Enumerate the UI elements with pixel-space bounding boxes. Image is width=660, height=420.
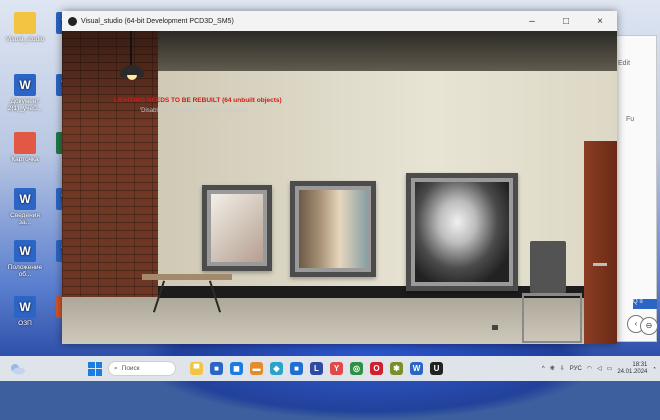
desktop-icon-card[interactable]: Карточка bbox=[4, 132, 46, 163]
desktop-icon-ozp[interactable]: W ОЗП bbox=[4, 296, 46, 327]
word-taskbar-icon[interactable]: W bbox=[410, 362, 423, 375]
desktop-icon-label: Visual_studio bbox=[5, 36, 45, 43]
word-doc-icon: W bbox=[14, 240, 36, 262]
minimize-button[interactable]: – bbox=[515, 16, 549, 27]
picture-frame-2[interactable] bbox=[290, 181, 376, 277]
game-viewport[interactable]: LIGHTING NEEDS TO BE REBUILT (64 unbuilt… bbox=[62, 31, 617, 344]
desktop-icon-info[interactable]: W Сведения за... bbox=[4, 188, 46, 226]
edit-label: Edit bbox=[618, 60, 631, 67]
desktop-icon-label: Положение об... bbox=[7, 264, 43, 278]
search-icon: ⌕ bbox=[114, 364, 118, 372]
desktop-icon-label: Документ 2(1)_учеб... bbox=[7, 98, 43, 112]
lamp-cord bbox=[130, 31, 132, 67]
weather-widget-icon[interactable] bbox=[8, 362, 26, 376]
close-button[interactable]: × bbox=[583, 16, 617, 27]
clock[interactable]: 18:31 24.01.2024 bbox=[617, 362, 647, 376]
search-placeholder: Поиск bbox=[121, 365, 140, 372]
maximize-button[interactable]: □ bbox=[549, 16, 583, 27]
window-title: Visual_studio (64-bit Development PCD3D_… bbox=[81, 17, 234, 25]
app-7-taskbar-icon[interactable]: Y bbox=[330, 362, 343, 375]
folder-icon bbox=[14, 12, 36, 34]
notification-icon[interactable]: ◔ bbox=[652, 366, 656, 372]
battery-icon[interactable]: ▭ bbox=[607, 365, 613, 372]
word-doc-icon: W bbox=[14, 296, 36, 318]
speaker-icon[interactable]: ◁ bbox=[597, 365, 602, 372]
app-8-taskbar-icon[interactable]: ✱ bbox=[390, 362, 403, 375]
wall-outlet bbox=[492, 325, 498, 330]
coffee-machine[interactable] bbox=[530, 241, 566, 293]
word-doc-icon: W bbox=[14, 74, 36, 96]
desktop-icon-visual-studio[interactable]: Visual_studio bbox=[4, 12, 46, 43]
round-button-2[interactable]: ⊖ bbox=[640, 317, 658, 335]
usb-icon[interactable]: ⇩ bbox=[560, 365, 565, 372]
desktop-icon-doc[interactable]: W Документ 2(1)_учеб... bbox=[4, 74, 46, 112]
door-handle[interactable] bbox=[593, 263, 607, 266]
unreal-app-icon bbox=[68, 16, 77, 26]
app-4-taskbar-icon[interactable]: ◆ bbox=[270, 362, 283, 375]
app-1-taskbar-icon[interactable]: ■ bbox=[210, 362, 223, 375]
taskbar-search[interactable]: ⌕ Поиск bbox=[108, 361, 176, 376]
desktop-icon-label: ОЗП bbox=[18, 320, 32, 327]
word-doc-icon: W bbox=[14, 188, 36, 210]
picture-frame-3[interactable] bbox=[406, 173, 518, 291]
desktop-icon-label: Карточка bbox=[11, 156, 39, 163]
lighting-warning: LIGHTING NEEDS TO BE REBUILT (64 unbuilt… bbox=[114, 97, 282, 104]
framed-portrait bbox=[415, 182, 509, 282]
metal-cart[interactable] bbox=[522, 293, 582, 343]
pdf-icon bbox=[14, 132, 36, 154]
desktop-icon-label: Сведения за... bbox=[10, 212, 40, 226]
search-strip[interactable]: Q ≡ bbox=[633, 299, 657, 309]
chevron-up-icon[interactable]: ^ bbox=[542, 366, 545, 372]
app-6-taskbar-icon[interactable]: L bbox=[310, 362, 323, 375]
fu-label: Fu bbox=[626, 116, 635, 123]
desktop-icon-regulation[interactable]: W Положение об... bbox=[4, 240, 46, 278]
app-5-taskbar-icon[interactable]: ■ bbox=[290, 362, 303, 375]
clock-time: 18:31 bbox=[632, 361, 648, 368]
table[interactable] bbox=[142, 274, 232, 280]
opera-taskbar-icon[interactable]: O bbox=[370, 362, 383, 375]
unreal-taskbar-icon[interactable]: U bbox=[430, 362, 443, 375]
start-button[interactable] bbox=[88, 361, 102, 376]
language-indicator[interactable]: РУС bbox=[570, 366, 582, 372]
taskbar: ⌕ Поиск ▀ ■ ◼ ▬ ◆ ■ L Y ◎ O ✱ W U ^ ❋ ⇩ РУС ◠ ◁ ▭ 18… bbox=[0, 356, 660, 381]
app-3-taskbar-icon[interactable]: ▬ bbox=[250, 362, 263, 375]
framed-picture-2 bbox=[299, 190, 367, 268]
system-tray: ^ ❋ ⇩ РУС ◠ ◁ ▭ 18:31 24.01.2024 ◔ bbox=[542, 362, 656, 376]
framed-picture-1 bbox=[211, 194, 263, 262]
window-titlebar[interactable]: Visual_studio (64-bit Development PCD3D_… bbox=[62, 11, 617, 31]
app-2-taskbar-icon[interactable]: ◼ bbox=[230, 362, 243, 375]
picture-frame-1[interactable] bbox=[202, 185, 272, 271]
file-explorer-taskbar-icon[interactable]: ▀ bbox=[190, 362, 203, 375]
wooden-door[interactable] bbox=[584, 141, 617, 344]
chrome-taskbar-icon[interactable]: ◎ bbox=[350, 362, 363, 375]
clock-date: 24.01.2024 bbox=[617, 368, 648, 375]
unreal-editor-window[interactable]: Visual_studio (64-bit Development PCD3D_… bbox=[62, 11, 617, 344]
wifi-icon[interactable]: ◠ bbox=[587, 365, 592, 372]
lighting-warning-sub: 'DisableAllScreenMessages' to suppress bbox=[140, 108, 249, 114]
taskbar-apps: ▀ ■ ◼ ▬ ◆ ■ L Y ◎ O ✱ W U bbox=[190, 362, 443, 375]
network-app-icon[interactable]: ❋ bbox=[550, 365, 555, 372]
